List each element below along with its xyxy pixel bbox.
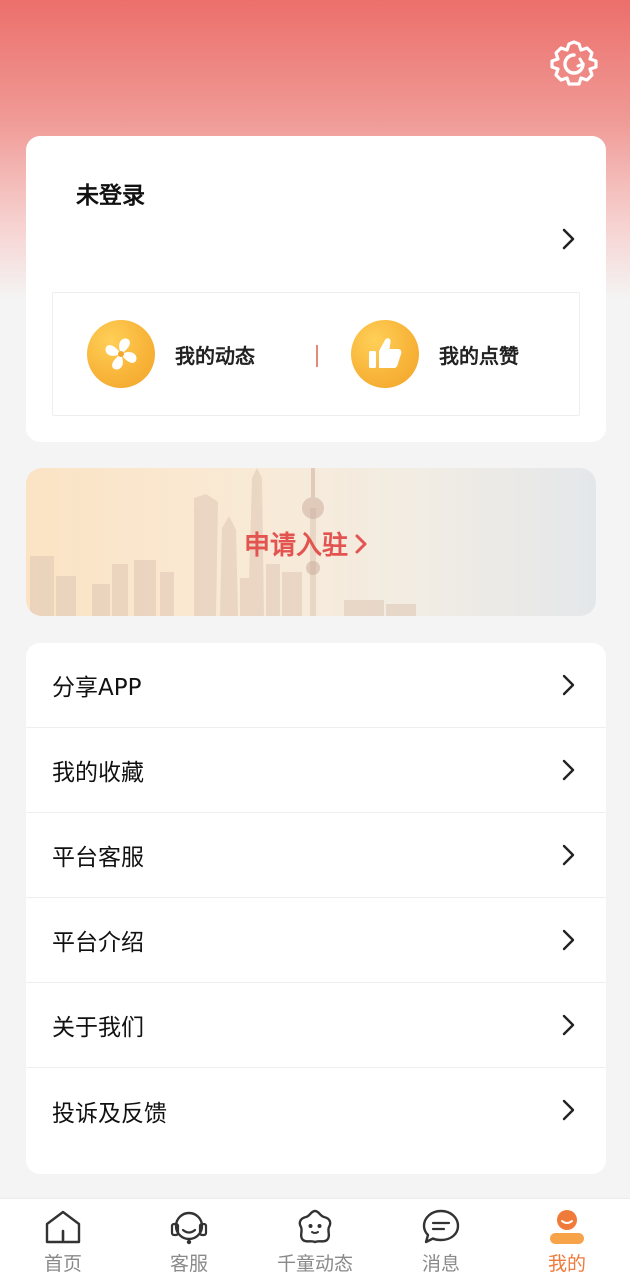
thumbs-up-icon [351,320,419,388]
chevron-right-icon [562,844,575,866]
headset-icon [170,1211,208,1245]
chevron-right-icon [355,534,367,553]
tab-label: 千童动态 [276,1253,353,1275]
tab-me[interactable]: 我的 [504,1199,630,1280]
tab-customer-service[interactable]: 客服 [126,1199,252,1280]
tab-label: 我的 [547,1253,586,1275]
tab-label: 首页 [43,1253,82,1275]
chevron-right-icon [562,1099,575,1121]
chevron-right-icon [562,1014,575,1036]
menu-item-favorites[interactable]: 我的收藏 [26,728,606,813]
menu-list: 分享APP 我的收藏 平台客服 平台介绍 关于我们 投诉及反馈 [26,643,606,1174]
chevron-right-icon[interactable] [559,226,579,252]
menu-item-label: 平台客服 [52,845,144,871]
profile-card: 未登录 我的动态 我的点赞 [26,136,606,442]
menu-item-label: 我的收藏 [52,760,144,786]
menu-item-feedback[interactable]: 投诉及反馈 [26,1068,606,1153]
menu-item-customer-service[interactable]: 平台客服 [26,813,606,898]
my-posts-button[interactable]: 我的动态 [87,319,255,389]
my-likes-label: 我的点赞 [439,343,519,368]
menu-item-label: 分享APP [52,675,142,701]
settings-button[interactable] [548,38,600,90]
menu-item-label: 平台介绍 [52,930,144,956]
tab-community[interactable]: 千童动态 [252,1199,378,1280]
home-icon [45,1210,81,1244]
star-face-icon [298,1209,332,1244]
tab-home[interactable]: 首页 [0,1199,126,1280]
chevron-right-icon [562,759,575,781]
user-icon [550,1210,584,1244]
menu-item-label: 投诉及反馈 [52,1100,167,1127]
my-likes-button[interactable]: 我的点赞 [351,319,519,389]
menu-item-label: 关于我们 [52,1015,144,1041]
apply-text: 申请入驻 [244,531,349,561]
bottom-tab-bar: 首页 客服 千童动态 消息 我的 [0,1198,630,1280]
tab-label: 客服 [169,1253,208,1275]
my-posts-label: 我的动态 [175,343,255,368]
gear-icon [550,40,598,86]
tab-label: 消息 [421,1253,460,1275]
divider [316,345,318,367]
chevron-right-icon [562,929,575,951]
menu-item-platform-intro[interactable]: 平台介绍 [26,898,606,983]
menu-item-share-app[interactable]: 分享APP [26,643,606,728]
chat-bubble-icon [422,1209,460,1244]
menu-item-about-us[interactable]: 关于我们 [26,983,606,1068]
apply-banner-label[interactable]: 申请入驻 [244,525,368,562]
pinwheel-icon [87,320,155,388]
tab-messages[interactable]: 消息 [378,1199,504,1280]
chevron-right-icon [562,674,575,696]
login-status[interactable]: 未登录 [76,176,145,210]
quick-actions: 我的动态 我的点赞 [52,292,580,416]
apply-banner[interactable]: 申请入驻 [26,468,596,616]
